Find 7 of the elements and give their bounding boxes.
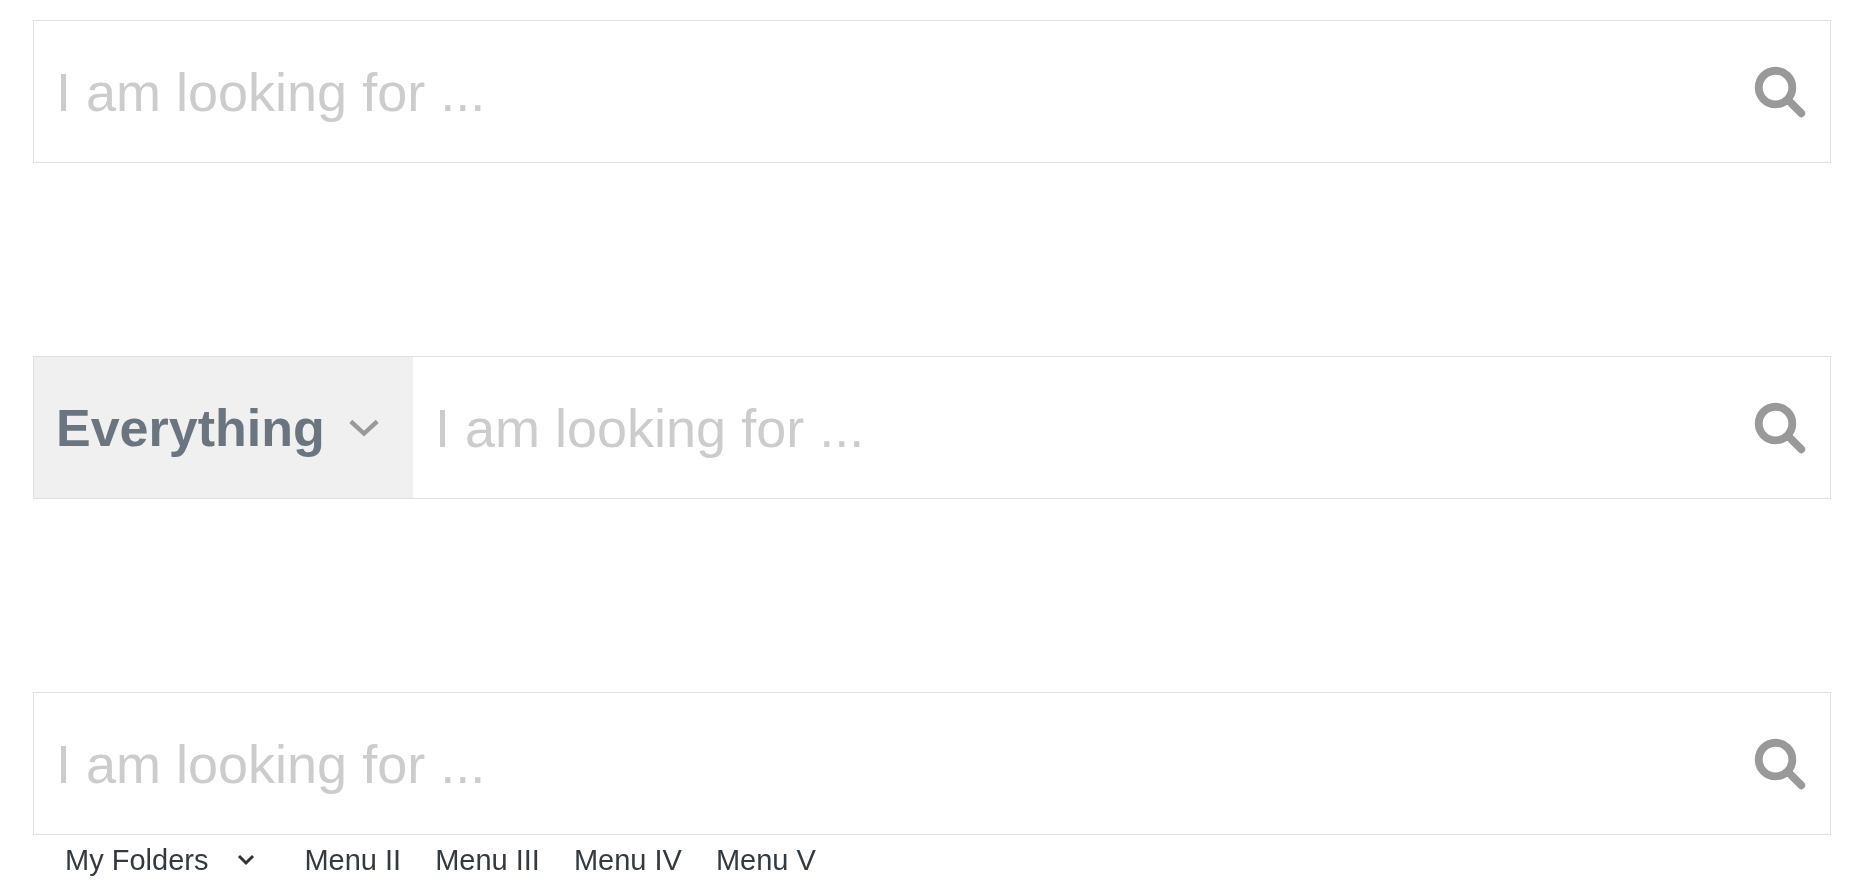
menu-item[interactable]: Menu IV [573,843,682,877]
menu-item[interactable]: Menu V [715,843,816,877]
menu-dropdown[interactable]: My Folders [65,843,257,877]
menu-item[interactable]: Menu II [304,843,402,877]
chevron-down-icon [236,853,257,867]
menu-item[interactable]: Menu III [435,843,540,877]
scope-dropdown[interactable]: Everything [34,357,413,498]
